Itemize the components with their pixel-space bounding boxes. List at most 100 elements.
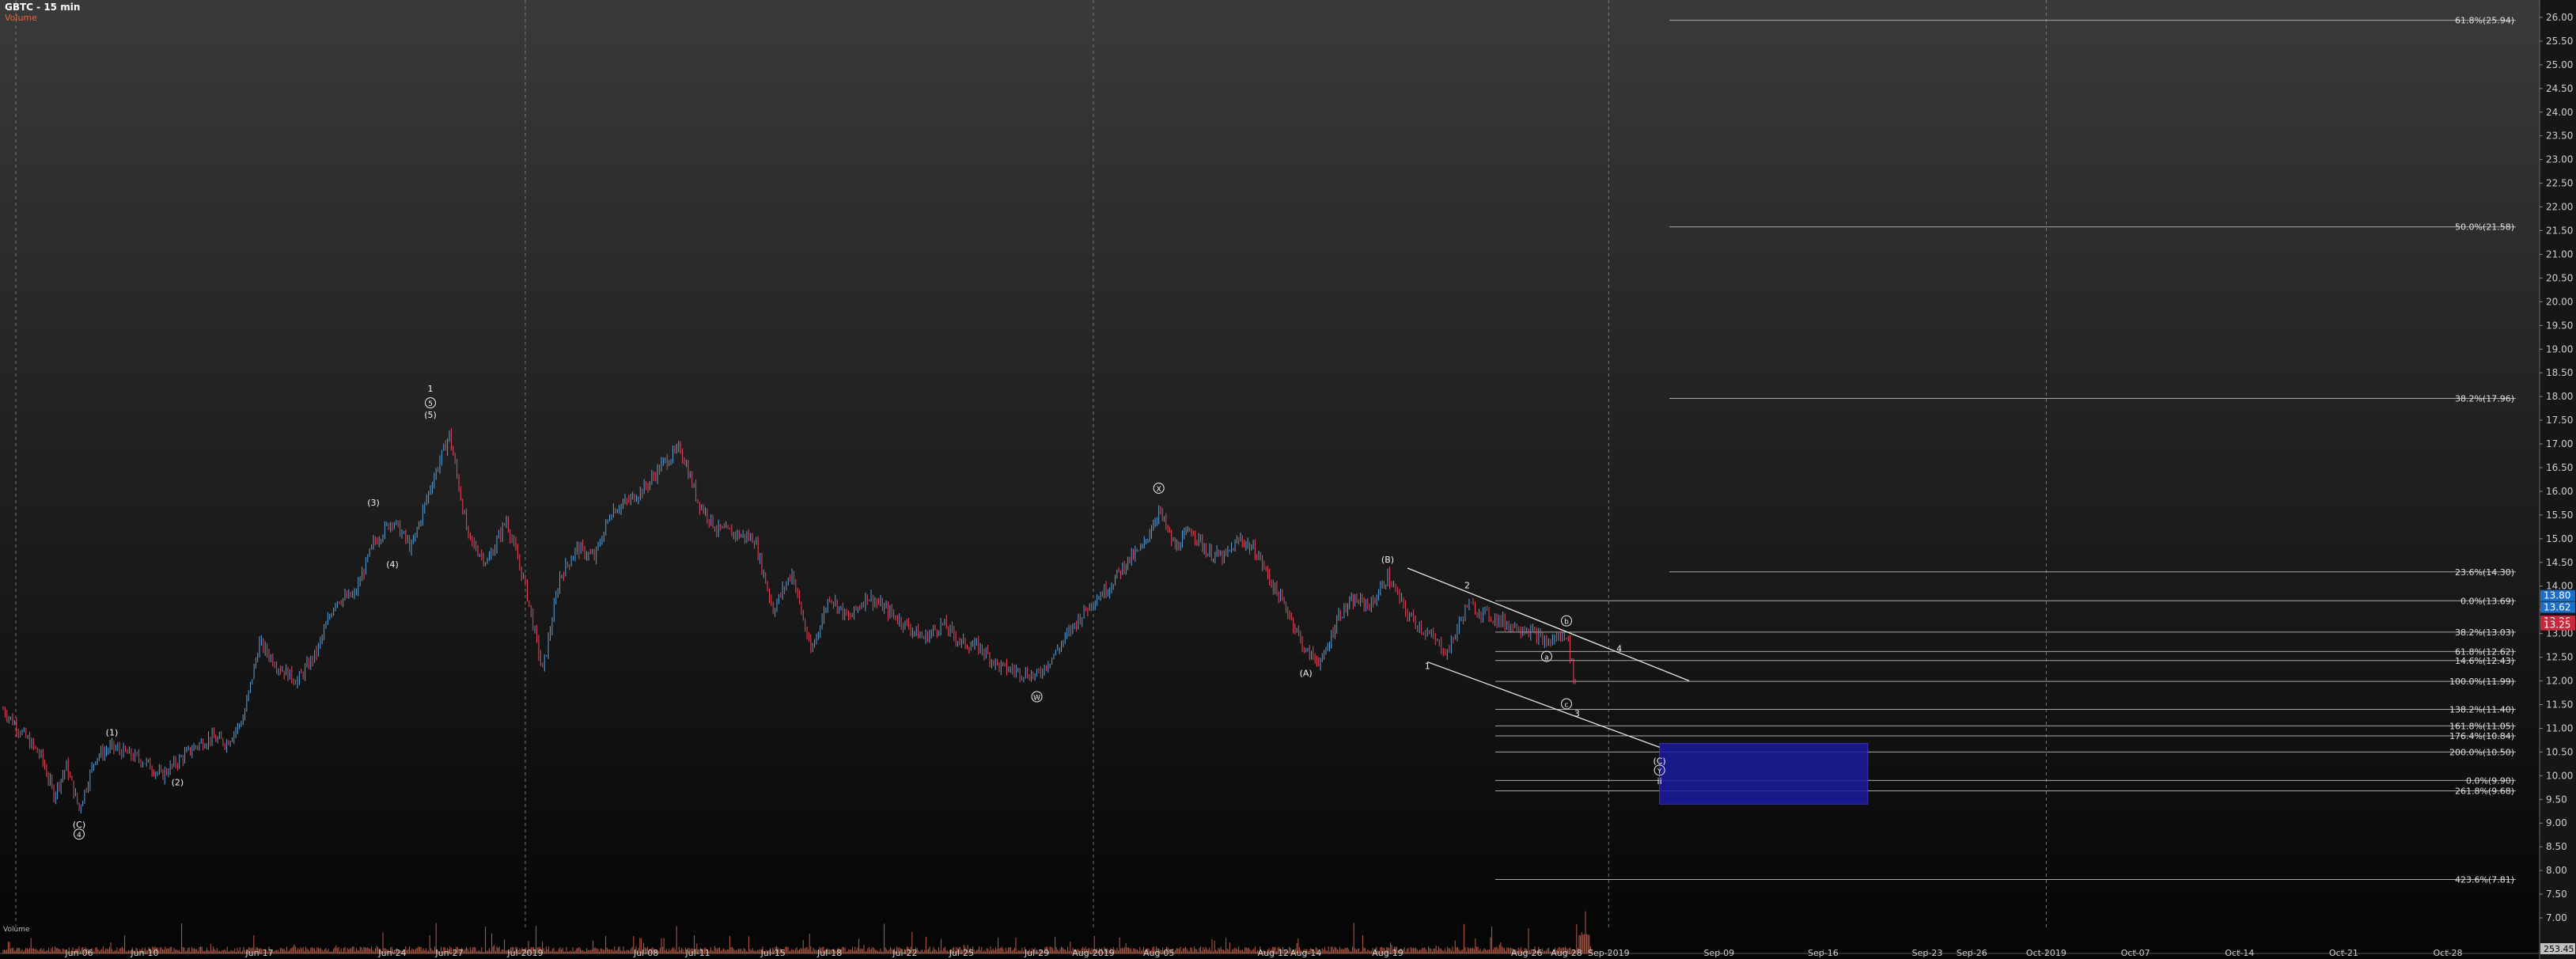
wave-label: (4) bbox=[386, 559, 399, 570]
y-tick-label: 21.00 bbox=[2546, 248, 2573, 260]
y-tick-label: 16.50 bbox=[2546, 462, 2573, 473]
x-tick-label: Oct-14 bbox=[2225, 948, 2254, 958]
x-tick-label: Jun-24 bbox=[377, 948, 406, 958]
x-tick-label: Jul-18 bbox=[816, 948, 842, 958]
wave-label: 3 bbox=[1574, 708, 1580, 718]
fib-level-label: 176.4%(10.84) bbox=[2449, 731, 2514, 741]
x-tick-label: Jul-25 bbox=[949, 948, 974, 958]
wave-label: W bbox=[1033, 694, 1040, 702]
y-tick-label: 18.50 bbox=[2546, 367, 2573, 378]
wave-label: (1) bbox=[106, 727, 119, 737]
y-tick-label: 22.50 bbox=[2546, 178, 2573, 189]
fib-level-label: 50.0%(21.58) bbox=[2455, 222, 2514, 233]
y-tick-label: 15.00 bbox=[2546, 533, 2573, 544]
x-tick-label: Jul-08 bbox=[633, 948, 658, 958]
y-tick-label: 20.00 bbox=[2546, 296, 2573, 307]
x-tick-label: Jul-15 bbox=[760, 948, 786, 958]
wave-label: a bbox=[1544, 654, 1549, 662]
y-tick-label: 17.50 bbox=[2546, 415, 2573, 426]
fib-level-label: 161.8%(11.05) bbox=[2449, 721, 2514, 731]
wave-label: 1 bbox=[1425, 661, 1430, 672]
x-tick-label: Sep-16 bbox=[1808, 948, 1839, 958]
y-tick-label: 19.00 bbox=[2546, 343, 2573, 354]
trend-line bbox=[1426, 661, 1660, 748]
wave-label: 4 bbox=[77, 832, 81, 840]
y-tick-label: 14.50 bbox=[2546, 557, 2573, 568]
trend-line bbox=[1407, 567, 1690, 682]
title-block: GBTC - 15 min Volume bbox=[5, 2, 80, 23]
wave-label: 1 bbox=[428, 384, 434, 394]
y-tick-label: 10.00 bbox=[2546, 770, 2573, 781]
volume-pane-label: Volume bbox=[3, 926, 30, 934]
fib-level-label: 61.8%(25.94) bbox=[2455, 16, 2514, 26]
y-tick-label: 12.00 bbox=[2546, 676, 2573, 687]
wave-label: Y bbox=[1657, 768, 1662, 775]
y-tick-label: 17.00 bbox=[2546, 438, 2573, 449]
chart-title: GBTC - 15 min bbox=[5, 2, 81, 13]
x-tick-label: Aug-19 bbox=[1372, 948, 1403, 958]
fib-level-label: 261.8%(9.68) bbox=[2455, 786, 2514, 796]
fib-level-label: 0.0%(9.90) bbox=[2466, 775, 2514, 786]
x-tick-label: Aug-26 bbox=[1511, 948, 1542, 958]
fib-level-label: 423.6%(7.81) bbox=[2455, 875, 2514, 885]
wave-label: 2 bbox=[1464, 581, 1470, 591]
chart-root: GBTC - 15 min Volume Volume 7.00 7.50 8.00… bbox=[0, 0, 2576, 959]
y-tick-label: 7.00 bbox=[2546, 912, 2567, 923]
y-tick-label: 23.50 bbox=[2546, 131, 2573, 142]
y-tick-label: 25.50 bbox=[2546, 36, 2573, 47]
x-tick-label: Jul-29 bbox=[1024, 948, 1049, 958]
fib-level-label: 0.0%(13.69) bbox=[2460, 596, 2514, 606]
x-tick-label: Aug-05 bbox=[1143, 948, 1174, 958]
y-tick-label: 15.50 bbox=[2546, 510, 2573, 521]
price-tag-label: 13.80 bbox=[2544, 590, 2570, 601]
x-tick-label: Sep-26 bbox=[1957, 948, 1987, 958]
wave-label: (2) bbox=[172, 777, 184, 787]
indicator-label: Volume bbox=[5, 13, 37, 23]
x-tick-label: Jun-17 bbox=[244, 948, 273, 958]
y-tick-label: 11.00 bbox=[2546, 722, 2573, 733]
y-tick-label: 21.50 bbox=[2546, 226, 2573, 237]
y-tick-label: 24.00 bbox=[2546, 107, 2573, 118]
wave-label: 4 bbox=[1616, 643, 1622, 654]
y-tick-label: 22.00 bbox=[2546, 202, 2573, 213]
x-tick-label: Aug-2019 bbox=[1072, 948, 1114, 958]
y-tick-label: 8.50 bbox=[2546, 841, 2567, 852]
wave-label: 5 bbox=[428, 400, 433, 408]
y-tick-label: 20.50 bbox=[2546, 272, 2573, 283]
wave-label: (3) bbox=[367, 498, 380, 508]
y-tick-label: 8.00 bbox=[2546, 865, 2567, 876]
wave-label: (A) bbox=[1300, 669, 1313, 679]
y-tick-label: 7.50 bbox=[2546, 889, 2567, 900]
fib-level-label: 138.2%(11.40) bbox=[2449, 704, 2514, 715]
y-tick-label: 18.00 bbox=[2546, 391, 2573, 402]
wave-label: X bbox=[1157, 486, 1161, 494]
target-box bbox=[1659, 743, 1869, 805]
y-tick-label: 25.00 bbox=[2546, 59, 2573, 70]
x-tick-label: Aug-28 bbox=[1551, 948, 1582, 958]
fib-level-label: 200.0%(10.50) bbox=[2449, 747, 2514, 757]
price-tag-label: 13.25 bbox=[2544, 620, 2570, 631]
y-tick-label: 12.50 bbox=[2546, 652, 2573, 663]
x-tick-label: Oct-21 bbox=[2329, 948, 2358, 958]
wave-label: (5) bbox=[424, 410, 437, 420]
wave-label: b bbox=[1564, 619, 1569, 627]
x-tick-label: Jun-27 bbox=[434, 948, 463, 958]
y-tick-label: 24.50 bbox=[2546, 83, 2573, 94]
x-tick-label: Oct-2019 bbox=[2026, 948, 2066, 958]
y-tick-label: 16.00 bbox=[2546, 486, 2573, 497]
y-tick-label: 23.00 bbox=[2546, 154, 2573, 165]
fib-level-label: 100.0%(11.99) bbox=[2449, 677, 2514, 687]
y-tick-label: 10.50 bbox=[2546, 746, 2573, 757]
price-chart[interactable]: 7.00 7.50 8.00 8.50 9.00 9.50 10.00 10.50 11.00 1… bbox=[0, 0, 2576, 959]
fib-level-label: 23.6%(14.30) bbox=[2455, 567, 2514, 578]
fib-level-label: 38.2%(17.96) bbox=[2455, 394, 2514, 404]
x-tick-label: Jul-22 bbox=[892, 948, 917, 958]
x-tick-label: Jul-2019 bbox=[506, 948, 543, 958]
y-tick-label: 26.00 bbox=[2546, 12, 2573, 23]
fib-level-label: 38.2%(13.03) bbox=[2455, 627, 2514, 638]
y-tick-label: 19.50 bbox=[2546, 320, 2573, 331]
volume-tag-label: 253.45 bbox=[2544, 944, 2574, 954]
price-tag-label: 13.62 bbox=[2544, 601, 2570, 612]
x-tick-label: Jul-11 bbox=[684, 948, 710, 958]
x-tick-label: Oct-28 bbox=[2434, 948, 2463, 958]
